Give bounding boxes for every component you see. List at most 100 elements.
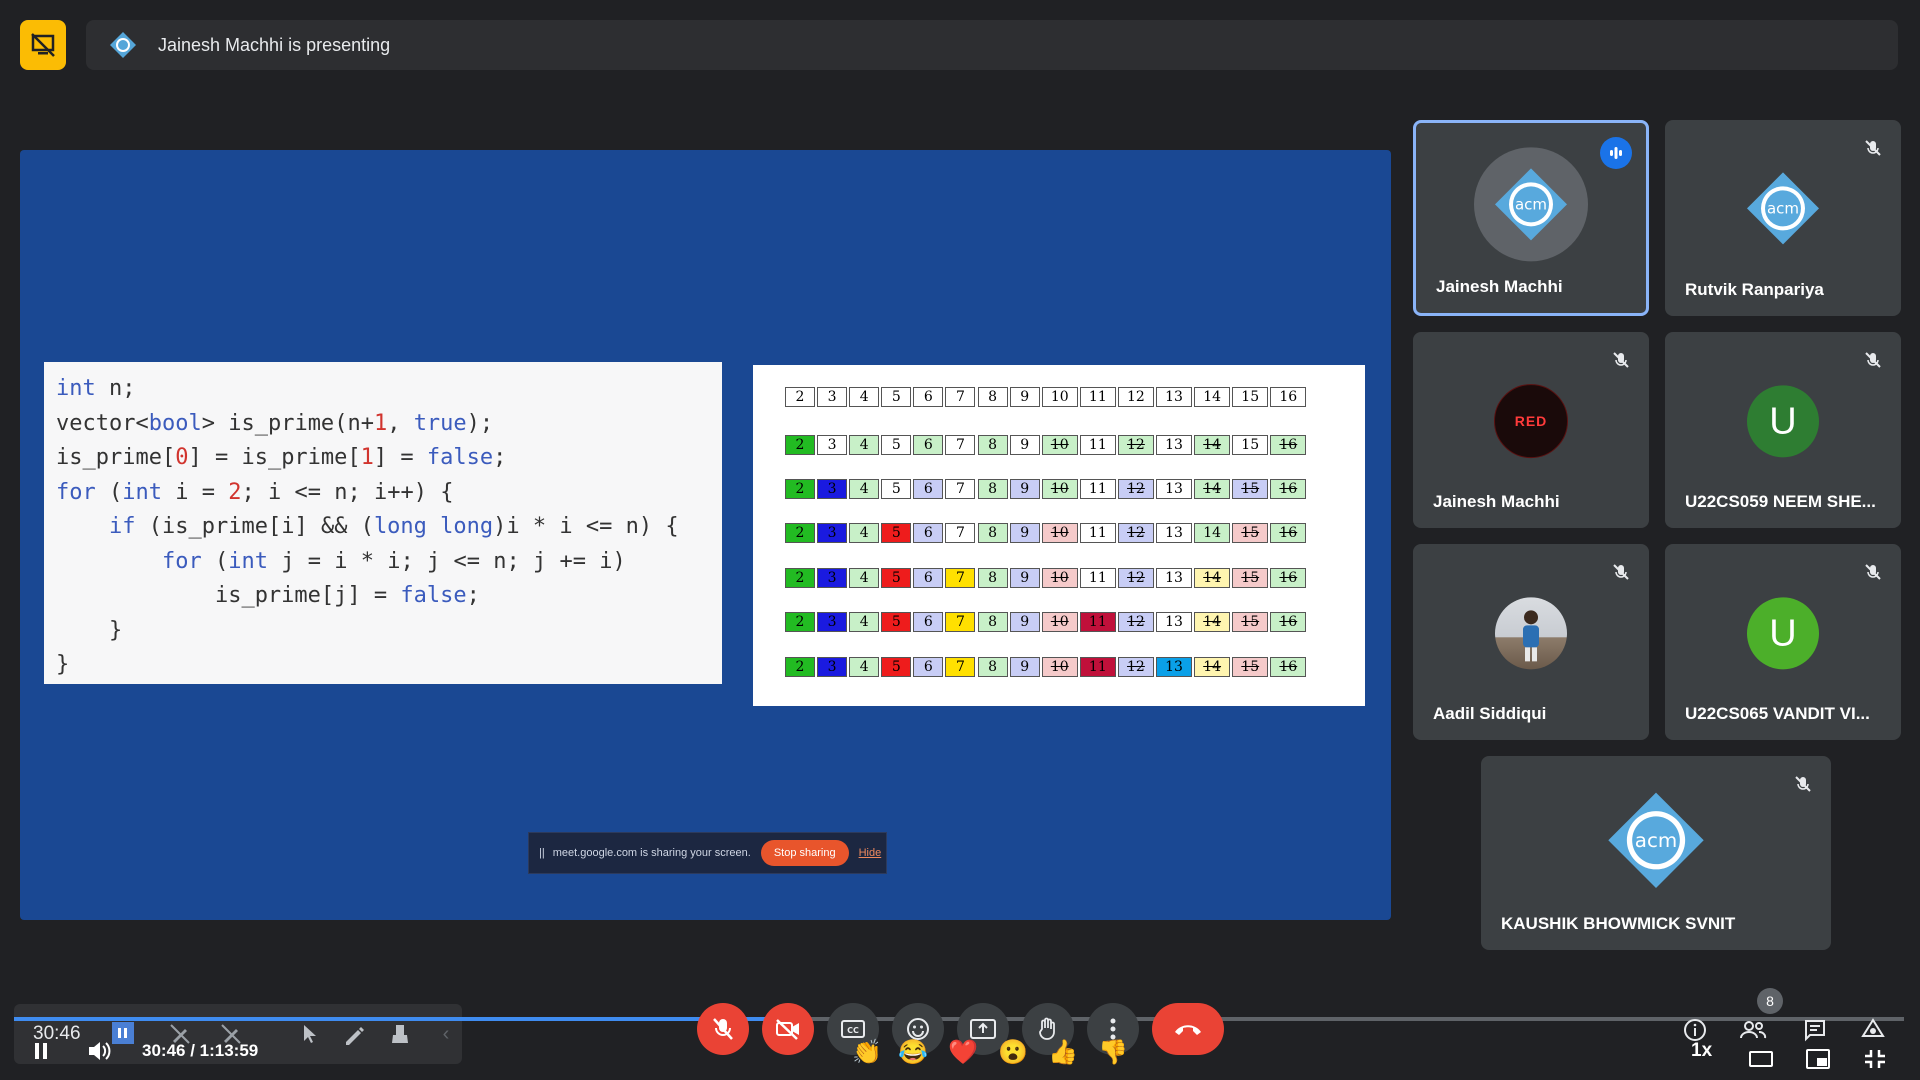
sieve-cell: 14 [1194, 479, 1231, 499]
sieve-cell: 9 [1009, 479, 1040, 499]
sieve-cell: 15 [1232, 523, 1269, 543]
mic-off-icon [1859, 134, 1887, 162]
heart-emoji-icon: ❤️ [948, 1039, 978, 1066]
participant-name: Rutvik Ranpariya [1685, 280, 1824, 299]
participant-tile[interactable]: U U22CS059 NEEM SHE... [1665, 332, 1901, 528]
sieve-cell: 9 [1009, 523, 1040, 543]
sieve-cell: 9 [1009, 657, 1040, 677]
participant-tile[interactable]: acm Rutvik Ranpariya [1665, 120, 1901, 316]
participant-tile[interactable]: acm KAUSHIK BHOWMICK SVNIT [1481, 756, 1831, 950]
pen-icon[interactable] [342, 1022, 366, 1046]
sieve-cell: 13 [1156, 435, 1193, 455]
participant-name: Jainesh Machhi [1436, 277, 1563, 296]
sieve-cell: 7 [945, 435, 976, 455]
sieve-cell: 8 [977, 523, 1008, 543]
sieve-cell: 8 [977, 435, 1008, 455]
participant-tile[interactable]: acm Jainesh Machhi [1413, 120, 1649, 316]
avatar: RED [1494, 384, 1568, 459]
sieve-cell: 15 [1232, 568, 1269, 588]
mic-off-icon [1859, 346, 1887, 374]
miniplayer-icon[interactable] [1800, 1041, 1836, 1077]
code-slide: int n; vector<bool> is_prime(n+1, true); i… [44, 362, 722, 684]
sieve-cell: 14 [1194, 387, 1231, 407]
thumbs-up-emoji-icon: 👍 [1048, 1039, 1078, 1066]
sieve-cell: 5 [881, 523, 912, 543]
sieve-cell: 11 [1079, 657, 1116, 677]
sieve-cell: 4 [849, 387, 880, 407]
mic-off-icon [1859, 558, 1887, 586]
sieve-cell: 16 [1270, 657, 1307, 677]
theater-mode-icon[interactable] [1743, 1041, 1779, 1077]
sieve-cell: 5 [881, 612, 912, 632]
sieve-cell: 13 [1156, 612, 1193, 632]
leave-call-button[interactable] [1152, 1003, 1224, 1055]
sieve-row: 2 3 4 5 6 7 8 9 10 11 12 13 14 15 16 [785, 568, 1308, 588]
sieve-cell: 4 [849, 523, 880, 543]
sieve-cell: 16 [1270, 523, 1307, 543]
sieve-cell: 3 [817, 479, 848, 499]
sieve-cell: 6 [913, 612, 944, 632]
presenting-banner: Jainesh Machhi is presenting [86, 20, 1898, 70]
acm-logo-icon [106, 28, 140, 62]
sieve-cell: 11 [1079, 435, 1116, 455]
pause-icon[interactable] [30, 1040, 52, 1062]
sieve-cell: 12 [1117, 657, 1154, 677]
playback-speed[interactable]: 1x [1691, 1040, 1712, 1062]
sieve-row: 2 3 4 5 6 7 8 9 10 11 12 13 14 15 16 [785, 657, 1308, 677]
sieve-cell: 13 [1156, 657, 1193, 677]
sieve-cell: 12 [1117, 523, 1154, 543]
seek-bar-progress [14, 1017, 801, 1021]
sieve-cell: 16 [1270, 612, 1307, 632]
mic-off-button[interactable] [697, 1003, 749, 1055]
laugh-emoji-icon: 😂 [898, 1039, 928, 1066]
participant-name: U22CS059 NEEM SHE... [1685, 492, 1876, 511]
svg-text:CC: CC [847, 1026, 859, 1035]
participant-tile[interactable]: Aadil Siddiqui [1413, 544, 1649, 740]
sieve-cell: 14 [1194, 568, 1231, 588]
slide-icon[interactable] [112, 1022, 134, 1044]
sieve-cell: 5 [881, 435, 912, 455]
participant-name: Aadil Siddiqui [1433, 704, 1547, 723]
sieve-cell: 3 [817, 523, 848, 543]
collapse-icon[interactable]: ‹ [438, 1023, 454, 1045]
sieve-cell: 7 [945, 657, 976, 677]
sieve-cell: 11 [1079, 523, 1116, 543]
sieve-row: 2 3 4 5 6 7 8 9 10 11 12 13 14 15 16 [785, 612, 1308, 632]
sieve-cell: 12 [1117, 435, 1154, 455]
sieve-cell: 6 [913, 523, 944, 543]
mic-off-icon [1789, 770, 1817, 798]
camera-off-button[interactable] [762, 1003, 814, 1055]
thumbs-down-emoji-icon: 👎 [1098, 1039, 1128, 1066]
sieve-cell: 8 [977, 657, 1008, 677]
volume-icon[interactable] [86, 1038, 114, 1064]
pointer-icon[interactable] [298, 1022, 322, 1046]
surprised-emoji-icon: 😮 [998, 1039, 1028, 1066]
eraser-icon[interactable] [388, 1022, 412, 1046]
screen-share-notice: || meet.google.com is sharing your scree… [528, 832, 887, 874]
speaking-indicator-icon [1600, 137, 1632, 169]
sieve-row: 2 3 4 5 6 7 8 9 10 11 12 13 14 15 16 [785, 435, 1308, 455]
participant-tile[interactable]: RED Jainesh Machhi [1413, 332, 1649, 528]
participant-name: KAUSHIK BHOWMICK SVNIT [1501, 914, 1736, 933]
sieve-cell: 11 [1079, 479, 1116, 499]
sieve-cell: 11 [1079, 387, 1116, 407]
code-line: } [56, 617, 123, 643]
presenting-icon[interactable] [20, 20, 66, 70]
sieve-cell: 13 [1156, 479, 1193, 499]
sieve-cell: 14 [1194, 435, 1231, 455]
sieve-cell: 14 [1194, 612, 1231, 632]
hide-link[interactable]: Hide [859, 847, 882, 859]
sieve-cell: 2 [785, 523, 815, 543]
participant-tile[interactable]: U U22CS065 VANDIT VI... [1665, 544, 1901, 740]
sieve-cell: 8 [977, 568, 1008, 588]
avatar: acm [1743, 168, 1823, 248]
sieve-cell: 4 [849, 479, 880, 499]
sieve-cell: 9 [1009, 612, 1040, 632]
sieve-cell: 15 [1232, 612, 1269, 632]
sieve-cell: 6 [913, 387, 944, 407]
exit-fullscreen-icon[interactable] [1857, 1041, 1893, 1077]
code-line: for (int i = 2; i <= n; i++) { [56, 479, 454, 505]
avatar: U [1747, 597, 1819, 670]
share-notice-text: meet.google.com is sharing your screen. [552, 847, 751, 859]
stop-sharing-button[interactable]: Stop sharing [760, 840, 849, 866]
